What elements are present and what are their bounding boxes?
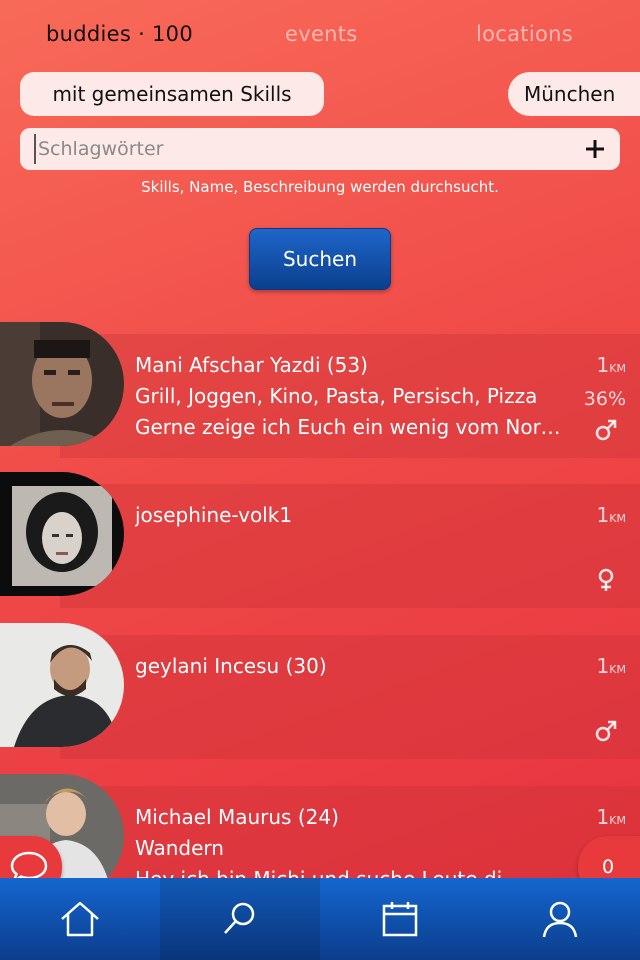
tab-buddies[interactable]: buddies · 100: [46, 22, 193, 46]
card-meta: 1KM: [556, 802, 626, 836]
card-meta: 1KM 36%: [556, 350, 626, 415]
card-meta: 1KM: [556, 500, 626, 534]
search-button[interactable]: Suchen: [249, 228, 391, 290]
plus-icon[interactable]: [578, 132, 612, 166]
skills-filter-button[interactable]: mit gemeinsamen Skills: [20, 72, 324, 116]
card-text: Michael Maurus (24) Wandern Hey ich bin …: [135, 802, 565, 878]
city-filter-button[interactable]: München: [508, 72, 640, 116]
card-text: josephine-volk1: [135, 500, 565, 531]
buddy-skills: Grill, Joggen, Kino, Pasta, Persisch, Pi…: [135, 384, 538, 408]
male-icon: [595, 419, 617, 441]
buddy-description: Hey ich bin Michi und suche Leute di: [135, 864, 565, 878]
distance: 1KM: [596, 805, 626, 829]
male-icon: [595, 720, 617, 742]
nav-search[interactable]: [160, 878, 320, 960]
profile-icon: [542, 901, 578, 938]
search-input[interactable]: [34, 134, 574, 164]
buddy-name: geylani Incesu (30): [135, 654, 327, 678]
list-item[interactable]: Michael Maurus (24) Wandern Hey ich bin …: [0, 774, 640, 878]
buddy-description: Gerne zeige ich Euch ein wenig vom Norde…: [135, 415, 565, 439]
buddy-list[interactable]: Mani Afschar Yazdi (53) Grill, Joggen, K…: [0, 320, 640, 878]
card-text: Mani Afschar Yazdi (53) Grill, Joggen, K…: [135, 350, 565, 443]
search-hint: Skills, Name, Beschreibung werden durchs…: [141, 178, 499, 196]
distance: 1KM: [596, 503, 626, 527]
card-text: geylani Incesu (30): [135, 651, 565, 682]
list-item[interactable]: geylani Incesu (30) 1KM: [0, 623, 640, 759]
list-item[interactable]: josephine-volk1 1KM: [0, 472, 640, 608]
buddy-name: josephine-volk1: [135, 503, 293, 527]
avatar[interactable]: [0, 322, 124, 446]
top-tabs: buddies · 100 events locations: [0, 0, 640, 72]
female-icon: [598, 568, 614, 591]
avatar[interactable]: [0, 623, 124, 747]
avatar[interactable]: [0, 472, 124, 596]
distance: 1KM: [596, 353, 626, 377]
search-icon: [224, 902, 255, 934]
calendar-icon: [382, 902, 418, 937]
buddy-name: Mani Afschar Yazdi (53): [135, 353, 368, 377]
nav-home[interactable]: [0, 878, 160, 960]
card-meta: 1KM: [556, 651, 626, 685]
tab-events[interactable]: events: [285, 22, 358, 46]
nav-profile[interactable]: [480, 878, 640, 960]
match-percent: 36%: [583, 388, 626, 410]
buddy-skills: Wandern: [135, 836, 224, 860]
tab-locations[interactable]: locations: [476, 22, 573, 46]
home-icon: [61, 901, 99, 937]
buddy-name: Michael Maurus (24): [135, 805, 339, 829]
bottom-nav: [0, 878, 640, 960]
nav-events[interactable]: [320, 878, 480, 960]
distance: 1KM: [596, 654, 626, 678]
search-box: [20, 128, 620, 170]
list-item[interactable]: Mani Afschar Yazdi (53) Grill, Joggen, K…: [0, 322, 640, 458]
